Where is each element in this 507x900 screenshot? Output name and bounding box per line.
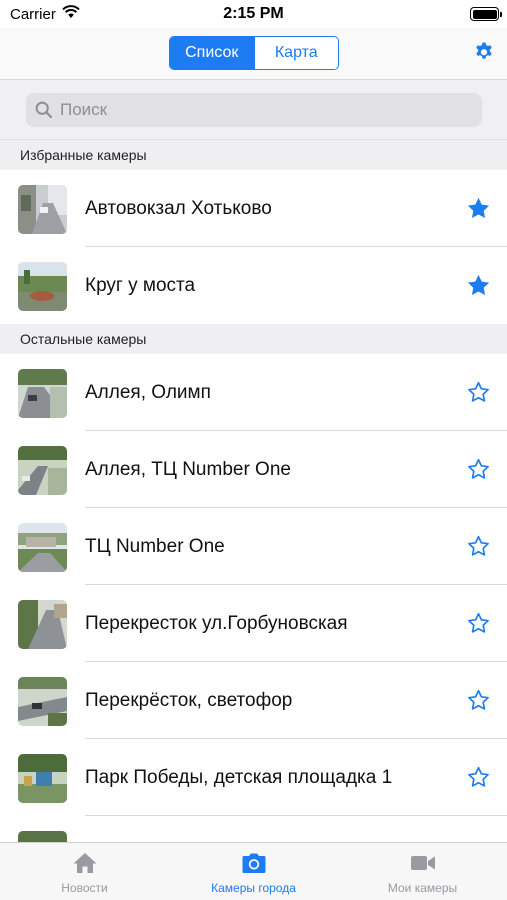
star-outline-icon[interactable]: [466, 765, 491, 790]
settings-gear-icon[interactable]: [473, 41, 495, 63]
camera-name: Круг у моста: [85, 275, 196, 296]
tab-city-cameras-label: Камеры города: [211, 881, 296, 895]
camera-row[interactable]: Аллея, ТЦ Number One: [0, 431, 507, 508]
search-area: [0, 80, 507, 140]
camera-thumbnail: [18, 523, 67, 572]
camera-row[interactable]: Перекресток ул.Горбуновская: [0, 585, 507, 662]
camera-row[interactable]: Круг у моста: [0, 247, 507, 324]
camera-row[interactable]: Автовокзал Хотьково: [0, 170, 507, 247]
tab-bar: Новости Камеры города Мои камеры: [0, 842, 507, 900]
camera-icon: [242, 853, 265, 873]
camera-name: Перекресток ул.Горбуновская: [85, 613, 348, 634]
search-icon: [35, 101, 53, 119]
tab-my-cameras-label: Мои камеры: [387, 881, 458, 895]
section-header-others: Остальные камеры: [0, 324, 507, 354]
star-filled-icon[interactable]: [466, 196, 491, 221]
camera-row[interactable]: ТЦ Number One: [0, 508, 507, 585]
house-icon: [73, 853, 96, 873]
section-header-favorites: Избранные камеры: [0, 140, 507, 170]
camera-name: ТЦ Number One: [85, 536, 225, 557]
camera-thumbnail: [18, 446, 67, 495]
camera-row-partial[interactable]: [0, 816, 507, 842]
segment-list[interactable]: Список: [170, 37, 254, 69]
camera-thumbnail: [18, 369, 67, 418]
camera-name: Аллея, ТЦ Number One: [85, 459, 291, 480]
camera-name: Перекрёсток, светофор: [85, 690, 293, 711]
star-outline-icon[interactable]: [466, 380, 491, 405]
tab-city-cameras[interactable]: Камеры города: [169, 843, 338, 900]
camera-name: Аллея, Олимп: [85, 382, 211, 403]
search-input[interactable]: [60, 93, 460, 127]
tab-news-label: Новости: [61, 881, 108, 895]
star-filled-icon[interactable]: [466, 273, 491, 298]
camera-thumbnail: [18, 262, 67, 311]
star-outline-icon[interactable]: [466, 457, 491, 482]
search-box[interactable]: [26, 93, 482, 127]
camera-thumbnail: [18, 185, 67, 234]
star-outline-icon[interactable]: [466, 688, 491, 713]
status-bar: Carrier 2:15 PM: [0, 0, 507, 28]
camera-thumbnail: [18, 754, 67, 803]
tab-my-cameras[interactable]: Мои камеры: [338, 843, 507, 900]
clock: 2:15 PM: [223, 5, 284, 22]
camera-thumbnail: [18, 600, 67, 649]
camera-row[interactable]: Парк Победы, детская площадка 1: [0, 739, 507, 816]
battery-icon: [470, 7, 502, 21]
video-camera-icon: [410, 856, 435, 870]
star-outline-icon[interactable]: [466, 611, 491, 636]
view-mode-segmented-control: Список Карта: [169, 36, 339, 70]
star-outline-icon[interactable]: [466, 534, 491, 559]
camera-row[interactable]: Перекрёсток, светофор: [0, 662, 507, 739]
segment-map[interactable]: Карта: [253, 37, 338, 69]
camera-name: Автовокзал Хотьково: [85, 198, 272, 219]
navigation-bar: Список Карта: [0, 28, 507, 80]
tab-news[interactable]: Новости: [0, 843, 169, 900]
camera-row[interactable]: Аллея, Олимп: [0, 354, 507, 431]
camera-thumbnail: [18, 831, 67, 842]
camera-thumbnail: [18, 677, 67, 726]
camera-name: Парк Победы, детская площадка 1: [85, 767, 393, 788]
